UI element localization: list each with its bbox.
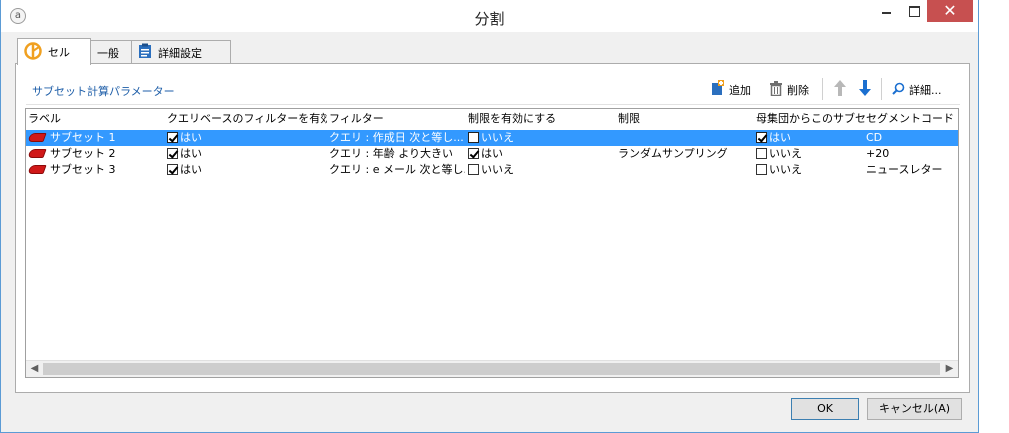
checkbox[interactable]: [756, 148, 767, 159]
add-icon: [711, 80, 725, 100]
tab-label: セル: [48, 46, 70, 59]
grid-header: ラベル クエリベースのフィルターを有効化 フィルター 制限を有効にする 制限 母…: [26, 109, 958, 127]
checkbox-label: はい: [180, 131, 202, 144]
add-button[interactable]: 追加: [711, 80, 751, 100]
scrollbar-thumb[interactable]: [43, 363, 940, 375]
tab-label: 詳細設定: [158, 46, 202, 60]
column-header-exclude[interactable]: 母集団からこのサブセ...: [756, 111, 866, 127]
table-row[interactable]: サブセット 3 はい クエリ : e メール 次と等し... いいえ いいえ ニ…: [26, 162, 958, 178]
subset-icon: [28, 133, 47, 142]
cell-limit[interactable]: [618, 130, 753, 146]
detail-button[interactable]: 詳細...: [892, 80, 942, 100]
checkbox-label: はい: [481, 147, 503, 160]
cell-segment-code[interactable]: ニュースレター: [866, 162, 958, 178]
checkbox-label: はい: [180, 147, 202, 160]
subset-icon: [28, 165, 47, 174]
cell-exclude[interactable]: はい: [756, 130, 861, 146]
cell-filter-enabled[interactable]: はい: [167, 162, 317, 178]
cell-label: サブセット 2: [28, 146, 163, 162]
column-header-filter[interactable]: フィルター: [329, 111, 464, 127]
checkbox[interactable]: [167, 148, 178, 159]
cell-filter-enabled[interactable]: はい: [167, 146, 317, 162]
subset-grid[interactable]: ラベル クエリベースのフィルターを有効化 フィルター 制限を有効にする 制限 母…: [25, 108, 959, 378]
subset-icon: [28, 149, 47, 158]
horizontal-scrollbar[interactable]: ◀ ▶: [26, 360, 958, 377]
checkbox[interactable]: [756, 164, 767, 175]
close-button[interactable]: ✕: [927, 0, 973, 22]
table-row[interactable]: サブセット 1 はい クエリ : 作成日 次と等し... いいえ はい CD: [26, 130, 958, 146]
scroll-left-icon[interactable]: ◀: [26, 361, 43, 377]
tab-advanced[interactable]: 詳細設定: [131, 40, 231, 64]
cell-limit-enabled[interactable]: はい: [468, 146, 608, 162]
checkbox-label: いいえ: [769, 147, 802, 160]
cell-limit[interactable]: [618, 162, 753, 178]
checkbox-label: はい: [180, 163, 202, 176]
cell-limit[interactable]: ランダムサンプリング: [618, 146, 753, 162]
cell-segment-code[interactable]: CD: [866, 130, 958, 146]
clipboard-icon: [138, 43, 152, 62]
checkbox[interactable]: [468, 148, 479, 159]
cell-exclude[interactable]: いいえ: [756, 146, 861, 162]
cell-filter[interactable]: クエリ : 作成日 次と等し...: [329, 130, 465, 146]
cell-filter[interactable]: クエリ : 年齢 より大きい: [329, 146, 465, 162]
column-header-segment-code[interactable]: セグメントコード: [866, 111, 958, 127]
row-label: サブセット 2: [50, 147, 116, 160]
cancel-button[interactable]: キャンセル(A): [867, 398, 962, 420]
move-up-button[interactable]: [834, 80, 850, 100]
detail-label: 詳細...: [909, 84, 942, 97]
cell-limit-enabled[interactable]: いいえ: [468, 130, 608, 146]
cell-filter[interactable]: クエリ : e メール 次と等し...: [329, 162, 465, 178]
minimize-button[interactable]: [873, 0, 900, 22]
checkbox[interactable]: [468, 132, 479, 143]
scroll-right-icon[interactable]: ▶: [941, 361, 958, 377]
maximize-button[interactable]: [900, 0, 927, 22]
column-header-label[interactable]: ラベル: [28, 111, 163, 127]
row-label: サブセット 1: [50, 131, 116, 144]
cell-label: サブセット 3: [28, 162, 163, 178]
ok-button[interactable]: OK: [791, 398, 859, 420]
search-icon: [892, 82, 905, 99]
tab-general[interactable]: 一般: [90, 40, 132, 64]
add-label: 追加: [729, 84, 751, 97]
checkbox[interactable]: [468, 164, 479, 175]
tab-label: 一般: [97, 46, 119, 60]
checkbox-label: はい: [769, 131, 791, 144]
trash-icon: [769, 80, 783, 100]
checkbox-label: いいえ: [481, 163, 514, 176]
cell-filter-enabled[interactable]: はい: [167, 130, 317, 146]
table-row[interactable]: サブセット 2 はい クエリ : 年齢 より大きい はい ランダムサンプリング …: [26, 146, 958, 162]
checkbox[interactable]: [756, 132, 767, 143]
window-title: 分割: [474, 10, 505, 28]
row-label: サブセット 3: [50, 163, 116, 176]
cell-exclude[interactable]: いいえ: [756, 162, 861, 178]
checkbox[interactable]: [167, 164, 178, 175]
column-header-filter-enabled[interactable]: クエリベースのフィルターを有効化: [167, 111, 327, 127]
toolbar-separator: [822, 78, 823, 100]
toolbar-separator: [881, 78, 882, 100]
checkbox-label: いいえ: [769, 163, 802, 176]
column-header-limit[interactable]: 制限: [618, 111, 753, 127]
section-title: サブセット計算パラメーター: [32, 85, 175, 98]
tab-panel-cell: サブセット計算パラメーター 追加 削除 詳細... ラベル クエリベースのフィル…: [15, 63, 970, 393]
cell-segment-code[interactable]: +20: [866, 146, 958, 162]
delete-button[interactable]: 削除: [769, 80, 809, 100]
checkbox[interactable]: [167, 132, 178, 143]
segment-cell-icon: [24, 41, 42, 63]
cell-limit-enabled[interactable]: いいえ: [468, 162, 608, 178]
arrow-up-icon: [834, 80, 846, 100]
tab-cell[interactable]: セル: [17, 38, 91, 65]
arrow-down-icon: [859, 80, 871, 100]
close-icon: ✕: [943, 1, 957, 20]
column-header-limit-enabled[interactable]: 制限を有効にする: [468, 111, 616, 127]
delete-label: 削除: [787, 84, 809, 97]
move-down-button[interactable]: [859, 80, 875, 100]
cell-label: サブセット 1: [28, 130, 163, 146]
title-bar[interactable]: a 分割 ✕: [1, 0, 978, 32]
dialog-window: a 分割 ✕ セル 一般 詳細設定 サブセット計算パラメーター 追加 削除 詳細…: [0, 0, 979, 433]
checkbox-label: いいえ: [481, 131, 514, 144]
